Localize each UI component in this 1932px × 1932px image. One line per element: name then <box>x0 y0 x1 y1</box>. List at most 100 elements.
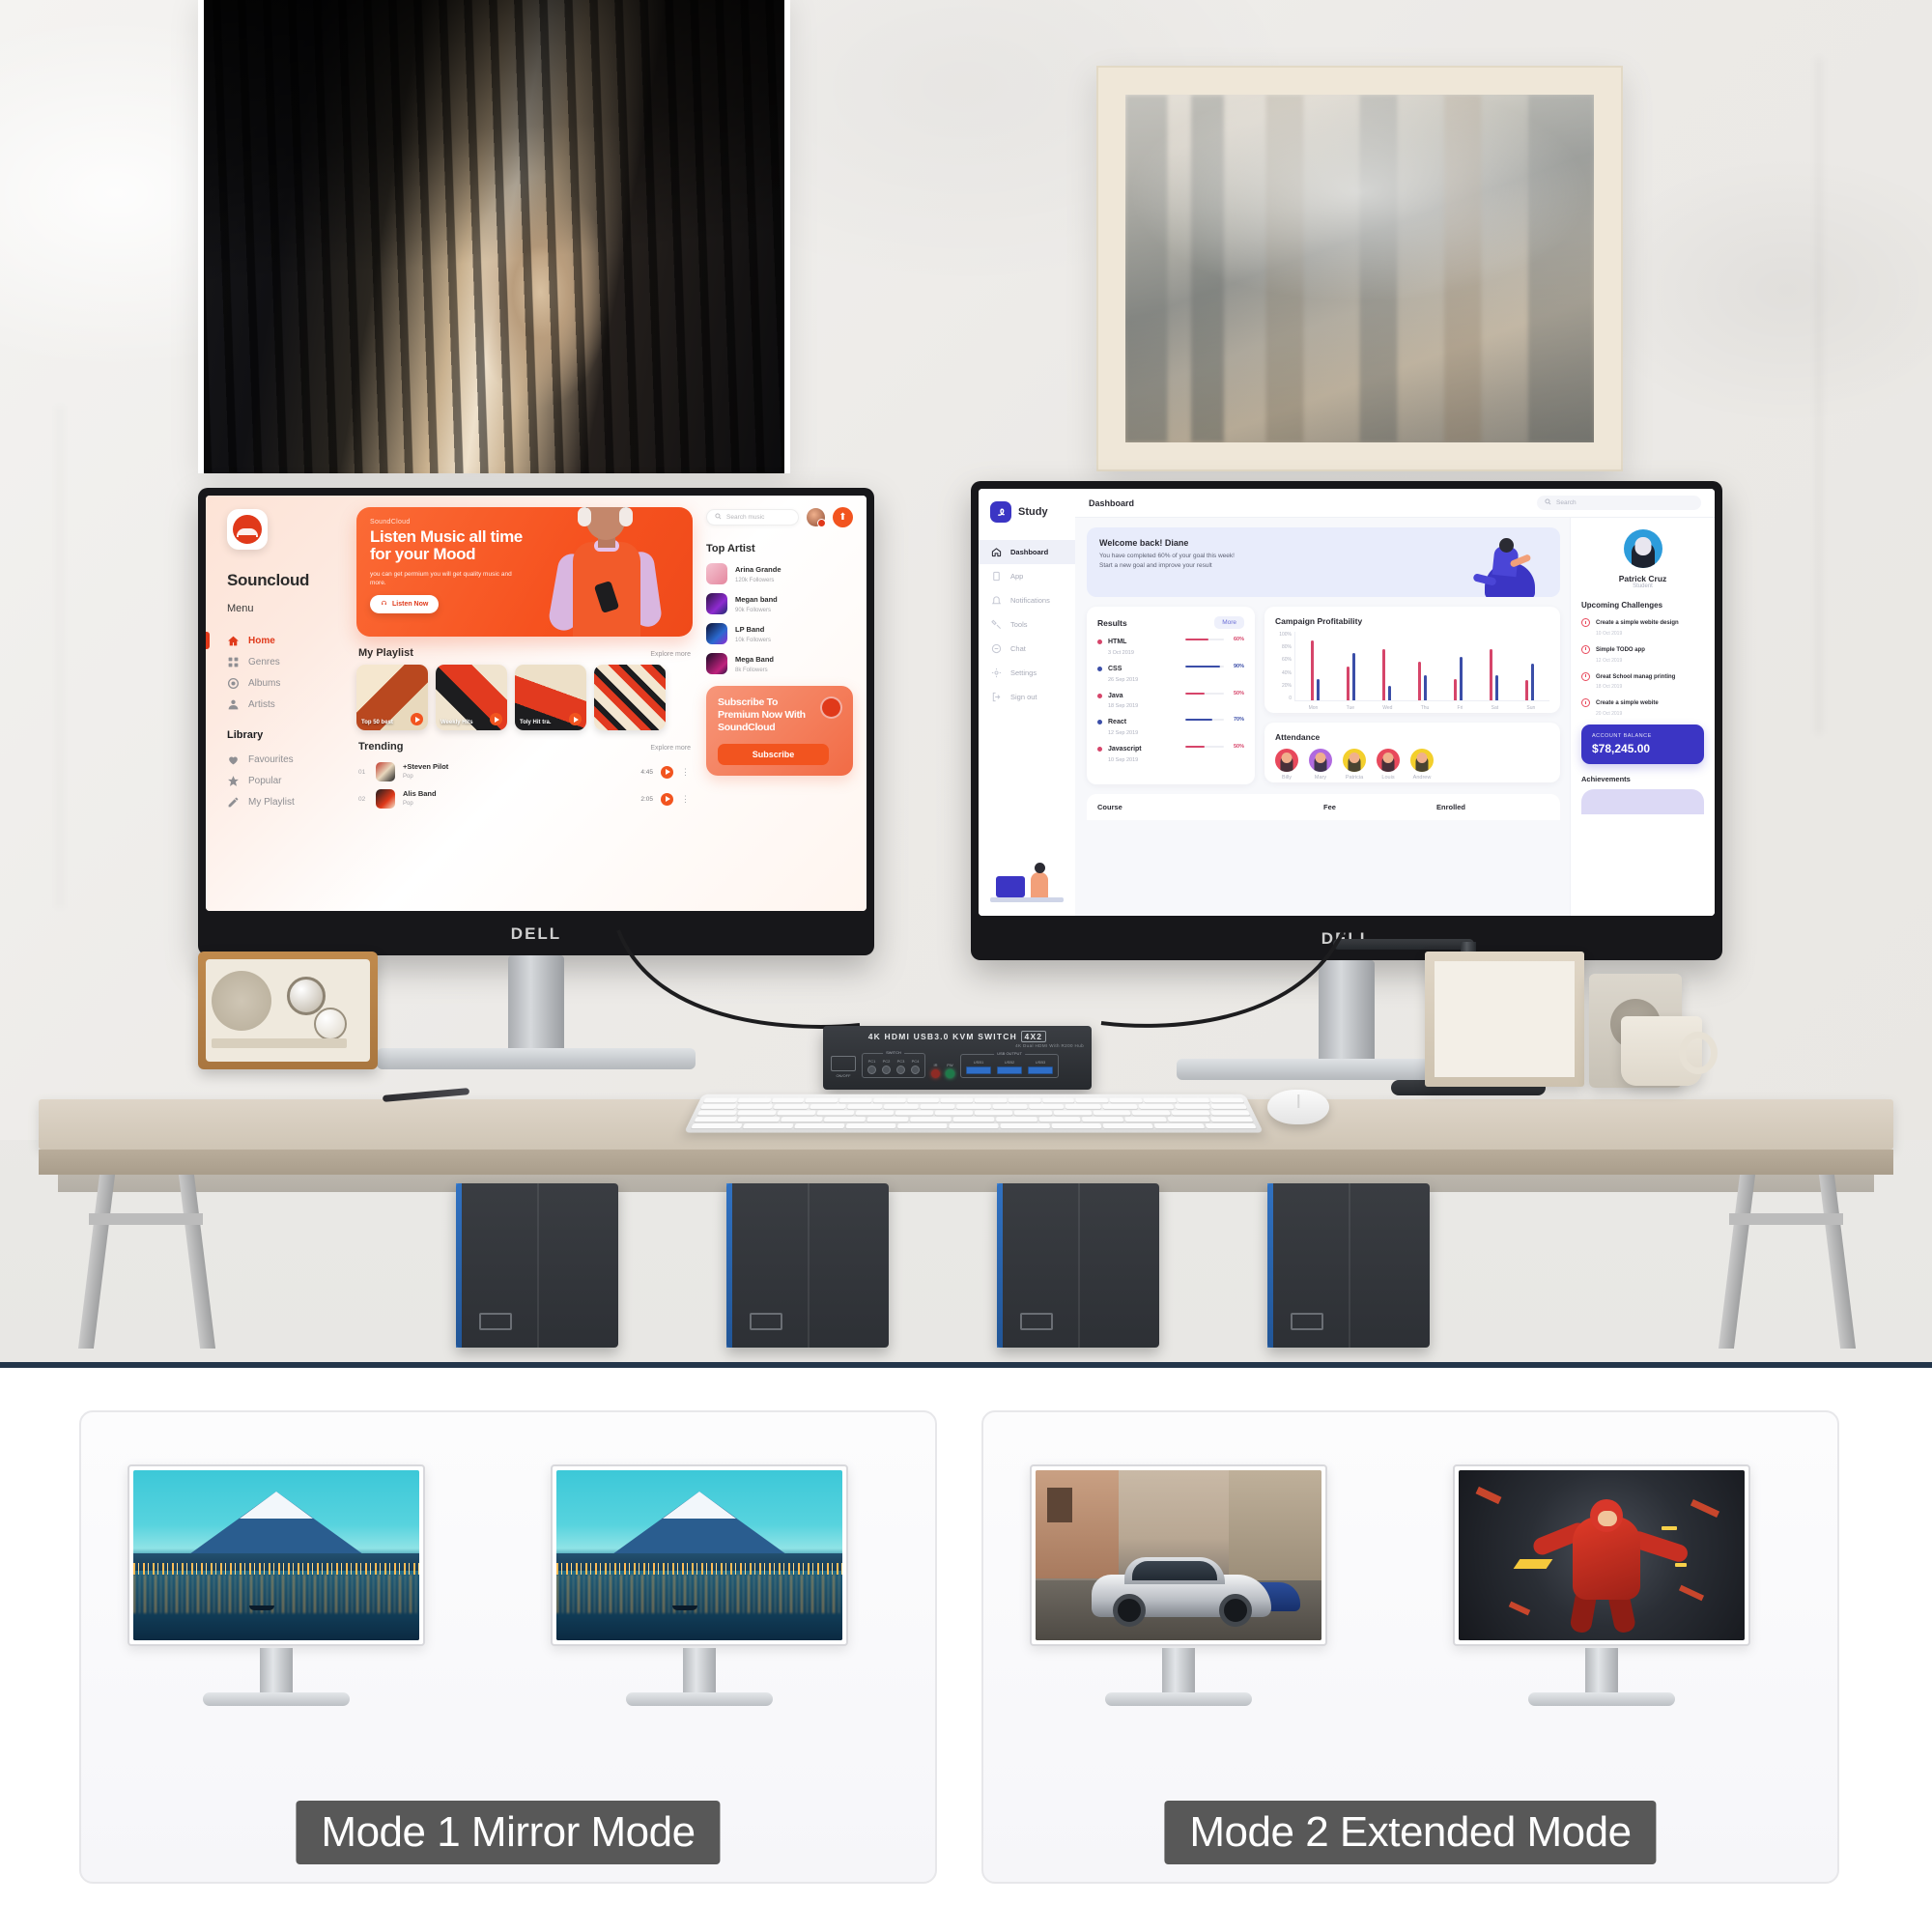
sidebar-item-favourites[interactable]: Favourites <box>227 749 353 770</box>
upload-icon[interactable]: ⬆ <box>833 507 853 527</box>
keyboard-key[interactable] <box>1131 1110 1172 1116</box>
keyboard-key[interactable] <box>906 1097 940 1103</box>
keyboard-key[interactable] <box>823 1117 867 1122</box>
playlist-card[interactable]: Toly Hit tra. <box>515 665 586 730</box>
keyboard-key[interactable] <box>736 1110 777 1116</box>
artist-row[interactable]: Megan band 90k Followers <box>706 593 853 614</box>
keyboard-key[interactable] <box>1051 1122 1102 1129</box>
keyboard-key[interactable] <box>992 1104 1028 1109</box>
keyboard-key[interactable] <box>1041 1097 1075 1103</box>
kvm-button-pc3[interactable]: PC3 <box>896 1059 905 1074</box>
trending-row[interactable]: 02 Alis Band Pop 2:05 ⋮ <box>356 785 693 812</box>
keyboard-key[interactable] <box>952 1117 995 1122</box>
more-options-icon[interactable]: ⋮ <box>681 794 691 805</box>
artist-row[interactable]: Mega Band 8k Followers <box>706 653 853 674</box>
keyboard-key[interactable] <box>1143 1097 1177 1103</box>
power-switch[interactable]: ON/OFF <box>831 1056 856 1078</box>
keyboard-key[interactable] <box>736 1104 774 1109</box>
trending-row[interactable]: 01 +Steven Pilot Pop 4:45 ⋮ <box>356 758 693 785</box>
keyboard-key[interactable] <box>956 1104 991 1109</box>
keyboard-key[interactable] <box>940 1097 974 1103</box>
keyboard-key[interactable] <box>1176 1097 1210 1103</box>
keyboard-key[interactable] <box>699 1104 737 1109</box>
artist-row[interactable]: LP Band 10k Followers <box>706 623 853 644</box>
keyboard-key[interactable] <box>949 1122 999 1129</box>
usb-port-1[interactable]: USB1 <box>966 1060 991 1074</box>
search-input[interactable]: Search music <box>706 509 799 526</box>
subscribe-button[interactable]: Subscribe <box>718 744 829 766</box>
avatar[interactable] <box>807 508 826 527</box>
sidebar-item-popular[interactable]: Popular <box>227 770 353 791</box>
attendance-person[interactable]: Patricia <box>1343 749 1366 781</box>
usb-port-2[interactable]: USB2 <box>997 1060 1022 1074</box>
keyboard-key[interactable] <box>1000 1122 1051 1129</box>
keyboard-key[interactable] <box>975 1110 1013 1116</box>
keyboard-key[interactable] <box>845 1122 896 1129</box>
keyboard-key[interactable] <box>1008 1097 1041 1103</box>
sidebar-item-tools[interactable]: Tools <box>979 612 1075 637</box>
keyboard-key[interactable] <box>1075 1097 1109 1103</box>
keyboard-key[interactable] <box>794 1122 845 1129</box>
playlist-card[interactable]: Top 50 best <box>356 665 428 730</box>
more-options-icon[interactable]: ⋮ <box>681 767 691 778</box>
playlist-explore-link[interactable]: Explore more <box>650 651 691 658</box>
keyboard-key[interactable] <box>1109 1097 1143 1103</box>
attendance-person[interactable]: Andrew <box>1410 749 1434 781</box>
keyboard-key[interactable] <box>742 1122 794 1129</box>
keyboard-key[interactable] <box>1174 1104 1211 1109</box>
play-icon[interactable] <box>569 713 582 725</box>
keyboard-key[interactable] <box>696 1110 737 1116</box>
play-icon[interactable] <box>661 792 673 806</box>
playlist-card[interactable] <box>594 665 666 730</box>
kvm-button-pc4[interactable]: PC4 <box>911 1059 920 1074</box>
search-input[interactable]: Search <box>1537 496 1701 510</box>
trending-explore-link[interactable]: Explore more <box>650 745 691 752</box>
keyboard-key[interactable] <box>934 1110 974 1116</box>
keyboard-key[interactable] <box>1013 1110 1053 1116</box>
keyboard-key[interactable] <box>896 1122 948 1129</box>
sidebar-item-my-playlist[interactable]: My Playlist <box>227 791 353 812</box>
sidebar-item-home[interactable]: Home <box>206 630 353 651</box>
playlist-card[interactable]: Weekly Hits <box>436 665 507 730</box>
keyboard-key[interactable] <box>1210 1110 1251 1116</box>
keyboard-key[interactable] <box>1167 1117 1210 1122</box>
keyboard-key[interactable] <box>1029 1104 1065 1109</box>
artist-row[interactable]: Arina Grande 120k Followers <box>706 563 853 584</box>
keyboard-key[interactable] <box>771 1097 805 1103</box>
sidebar-item-notifications[interactable]: Notifications <box>979 588 1075 612</box>
mouse[interactable] <box>1267 1090 1329 1124</box>
keyboard-key[interactable] <box>1101 1104 1138 1109</box>
sidebar-item-chat[interactable]: Chat <box>979 637 1075 661</box>
kvm-button-pc1[interactable]: PC1 <box>867 1059 876 1074</box>
sidebar-item-app[interactable]: App <box>979 564 1075 588</box>
keyboard-key[interactable] <box>1205 1122 1257 1129</box>
keyboard-key[interactable] <box>974 1097 1008 1103</box>
keyboard-key[interactable] <box>1065 1104 1101 1109</box>
challenge-item[interactable]: Simple TODO app 12 Oct 2019 <box>1581 644 1704 664</box>
keyboard-key[interactable] <box>694 1117 738 1122</box>
keyboard-key[interactable] <box>737 1117 781 1122</box>
sidebar-item-sign-out[interactable]: Sign out <box>979 685 1075 709</box>
keyboard-key[interactable] <box>1093 1110 1132 1116</box>
challenge-item[interactable]: Great School manag printing 18 Oct 2019 <box>1581 671 1704 690</box>
keyboard-key[interactable] <box>1209 1097 1244 1103</box>
sidebar-item-albums[interactable]: Albums <box>227 672 353 694</box>
keyboard-key[interactable] <box>737 1097 772 1103</box>
sidebar-item-artists[interactable]: Artists <box>227 694 353 715</box>
keyboard-key[interactable] <box>920 1104 955 1109</box>
attendance-person[interactable]: Mary <box>1309 749 1332 781</box>
listen-now-button[interactable]: Listen Now <box>370 594 440 613</box>
sidebar-item-settings[interactable]: Settings <box>979 661 1075 685</box>
keyboard-key[interactable] <box>909 1117 952 1122</box>
keyboard-key[interactable] <box>846 1104 883 1109</box>
attendance-person[interactable]: Louis <box>1377 749 1400 781</box>
keyboard-key[interactable] <box>838 1097 872 1103</box>
results-more-button[interactable]: More <box>1214 616 1244 629</box>
keyboard-key[interactable] <box>703 1097 738 1103</box>
keyboard-key[interactable] <box>1209 1117 1254 1122</box>
keyboard-key[interactable] <box>996 1117 1038 1122</box>
keyboard-key[interactable] <box>1124 1117 1168 1122</box>
play-icon[interactable] <box>411 713 423 725</box>
sidebar-item-genres[interactable]: Genres <box>227 651 353 672</box>
keyboard-key[interactable] <box>1153 1122 1206 1129</box>
